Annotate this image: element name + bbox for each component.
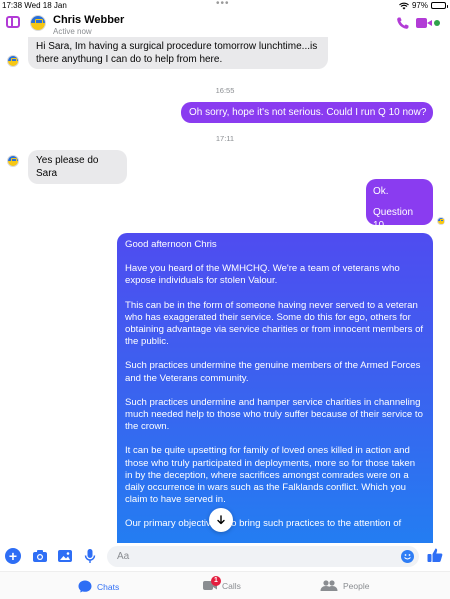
message-paragraph: Our primary objective is to bring such p… [125,518,402,530]
message-paragraph: Good afternoon Chris [125,239,217,250]
tab-people[interactable]: People [320,580,369,591]
contact-name[interactable]: Chris Webber [53,14,124,26]
message-paragraph: It can be quite upsetting for family of … [125,445,416,506]
arrow-down-icon [217,515,225,525]
message-text: Question 10. [373,207,414,231]
contact-avatar[interactable] [30,15,46,31]
thumbs-up-icon[interactable] [426,546,444,564]
message-paragraph: Such practices undermine and hamper serv… [125,396,423,433]
camera-icon[interactable] [32,548,48,564]
tab-label: Chats [97,581,120,592]
sidebar-toggle-icon[interactable] [6,16,20,28]
message-bubble-incoming[interactable]: Yes please do Sara [28,150,127,184]
status-right: 97% [399,1,448,10]
battery-percent: 97% [411,1,428,10]
video-call-button[interactable] [416,18,442,28]
phone-icon[interactable] [396,16,410,30]
message-bubble-outgoing[interactable]: Ok. Question 10. [366,179,433,231]
message-input-field[interactable] [107,546,419,567]
people-icon [320,580,338,591]
message-paragraph: This can be in the form of someone havin… [125,299,424,348]
message-bubble-outgoing[interactable]: Oh sorry, hope it's not serious. Could I… [181,102,433,123]
message-paragraph: Such practices undermine the genuine mem… [125,360,421,384]
status-time-date: 17:38 Wed 18 Jan [2,1,67,10]
message-input[interactable] [107,546,387,567]
microphone-icon[interactable] [82,548,98,564]
contact-avatar-small [7,155,19,167]
active-dot [434,20,440,26]
read-receipt-avatar [437,217,445,225]
tab-label: People [343,580,370,591]
scroll-to-bottom-button[interactable] [209,508,233,532]
message-text: Hi Sara, Im having a surgical procedure … [36,41,318,65]
message-timestamp: 16:55 [215,86,235,95]
bottom-tab-bar: Chats 1 Calls People [0,571,450,599]
video-camera-icon [416,18,427,28]
wifi-icon [399,2,409,9]
message-composer: + [0,543,450,571]
tab-calls[interactable]: 1 Calls [203,576,241,591]
message-text: Yes please do Sara [36,155,99,179]
message-text: Oh sorry, hope it's not serious. Could I… [189,107,427,118]
photo-icon[interactable] [57,548,73,564]
plus-icon[interactable]: + [5,548,21,564]
tab-label: Calls [222,580,241,591]
chat-header: Chris Webber Active now [0,12,450,36]
multitasking-dots[interactable]: ••• [216,0,230,9]
message-bubble-outgoing-long[interactable]: Good afternoon Chris Have you heard of t… [117,233,433,571]
contact-avatar-small [7,55,19,67]
emoji-icon[interactable] [401,550,414,563]
message-bubble-incoming[interactable]: Hi Sara, Im having a surgical procedure … [28,37,328,69]
contact-status: Active now [53,27,92,36]
message-paragraph: Have you heard of the WMHCHQ. We're a te… [125,263,400,287]
tab-chats[interactable]: Chats [78,580,119,593]
chat-bubble-icon [78,580,92,593]
battery-icon [431,2,448,9]
message-timestamp: 17:11 [215,134,235,143]
status-bar: 17:38 Wed 18 Jan ••• 97% [0,0,450,12]
notification-badge: 1 [211,576,221,586]
message-text: Ok. [373,186,389,197]
